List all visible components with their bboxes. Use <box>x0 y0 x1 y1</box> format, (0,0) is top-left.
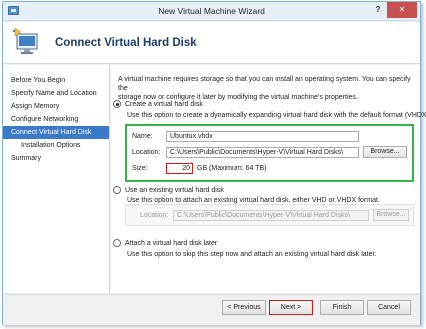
wizard-content: A virtual machine requires storage so th… <box>111 65 426 293</box>
attach-later-radio-row[interactable]: Attach a virtual hard disk later <box>113 238 217 248</box>
nav-item-before-you-begin[interactable]: Before You Begin <box>3 74 109 87</box>
nav-item-assign-memory[interactable]: Assign Memory <box>3 100 109 113</box>
attach-later-description: Use this option to skip this step now an… <box>127 251 377 258</box>
size-label: Size: <box>132 165 148 172</box>
intro-text: A virtual machine requires storage so th… <box>118 75 416 102</box>
vhd-size-input[interactable]: 20 <box>166 163 193 174</box>
name-label: Name: <box>132 133 153 140</box>
title-bar: New Virtual Machine Wizard ? ✕ <box>3 2 420 21</box>
size-unit-text: GB (Maximum: 64 TB) <box>197 165 267 172</box>
vhd-name-input[interactable]: Ubuntux.vhdx <box>166 131 359 142</box>
existing-location-label: Location: <box>140 212 169 219</box>
create-vhd-label[interactable]: Create a virtual hard disk <box>125 101 203 108</box>
virtual-hard-disk-icon <box>13 28 38 54</box>
nav-item-summary[interactable]: Summary <box>3 152 109 165</box>
nav-item-connect-vhd[interactable]: Connect Virtual Hard Disk <box>3 126 109 139</box>
close-button[interactable]: ✕ <box>387 2 417 18</box>
existing-vhd-label[interactable]: Use an existing virtual hard disk <box>125 187 224 194</box>
page-title: Connect Virtual Hard Disk <box>55 37 197 49</box>
next-button[interactable]: Next > <box>269 300 313 315</box>
attach-later-label[interactable]: Attach a virtual hard disk later <box>125 240 217 247</box>
existing-vhd-settings-group: Location: C:\Users\Public\Documents\Hype… <box>125 204 414 226</box>
cancel-button[interactable]: Cancel <box>367 300 411 315</box>
create-vhd-settings-group: Name: Ubuntux.vhdx Location: C:\Users\Pu… <box>125 124 414 182</box>
create-vhd-radio-row[interactable]: Create a virtual hard disk <box>113 99 203 109</box>
finish-button[interactable]: Finish <box>320 300 364 315</box>
intro-line-1: A virtual machine requires storage so th… <box>118 76 411 92</box>
create-vhd-description: Use this option to create a dynamically … <box>127 112 426 119</box>
nav-item-installation-options[interactable]: Installation Options <box>3 139 109 152</box>
nav-item-configure-networking[interactable]: Configure Networking <box>3 113 109 126</box>
previous-button[interactable]: < Previous <box>222 300 266 315</box>
attach-later-radio[interactable] <box>113 239 121 247</box>
browse-button[interactable]: Browse... <box>363 146 407 158</box>
existing-browse-button[interactable]: Browse... <box>373 209 409 221</box>
existing-location-input[interactable]: C:\Users\Public\Documents\Hyper-V\Virtua… <box>173 210 369 221</box>
wizard-steps-nav: Before You Begin Specify Name and Locati… <box>3 65 110 293</box>
location-label: Location: <box>132 149 161 156</box>
wizard-header: Connect Virtual Hard Disk <box>3 22 420 64</box>
help-button[interactable]: ? <box>371 2 385 18</box>
vhd-location-input[interactable]: C:\Users\Public\Documents\Hyper-V\Virtua… <box>166 147 359 158</box>
nav-item-specify-name[interactable]: Specify Name and Location <box>3 87 109 100</box>
existing-vhd-radio-row[interactable]: Use an existing virtual hard disk <box>113 185 224 195</box>
wizard-footer: < Previous Next > Finish Cancel <box>3 294 420 325</box>
existing-vhd-radio[interactable] <box>113 186 121 194</box>
create-vhd-radio[interactable] <box>113 100 121 108</box>
wizard-window: New Virtual Machine Wizard ? ✕ Connect V… <box>2 1 426 325</box>
window-title: New Virtual Machine Wizard <box>158 6 265 16</box>
